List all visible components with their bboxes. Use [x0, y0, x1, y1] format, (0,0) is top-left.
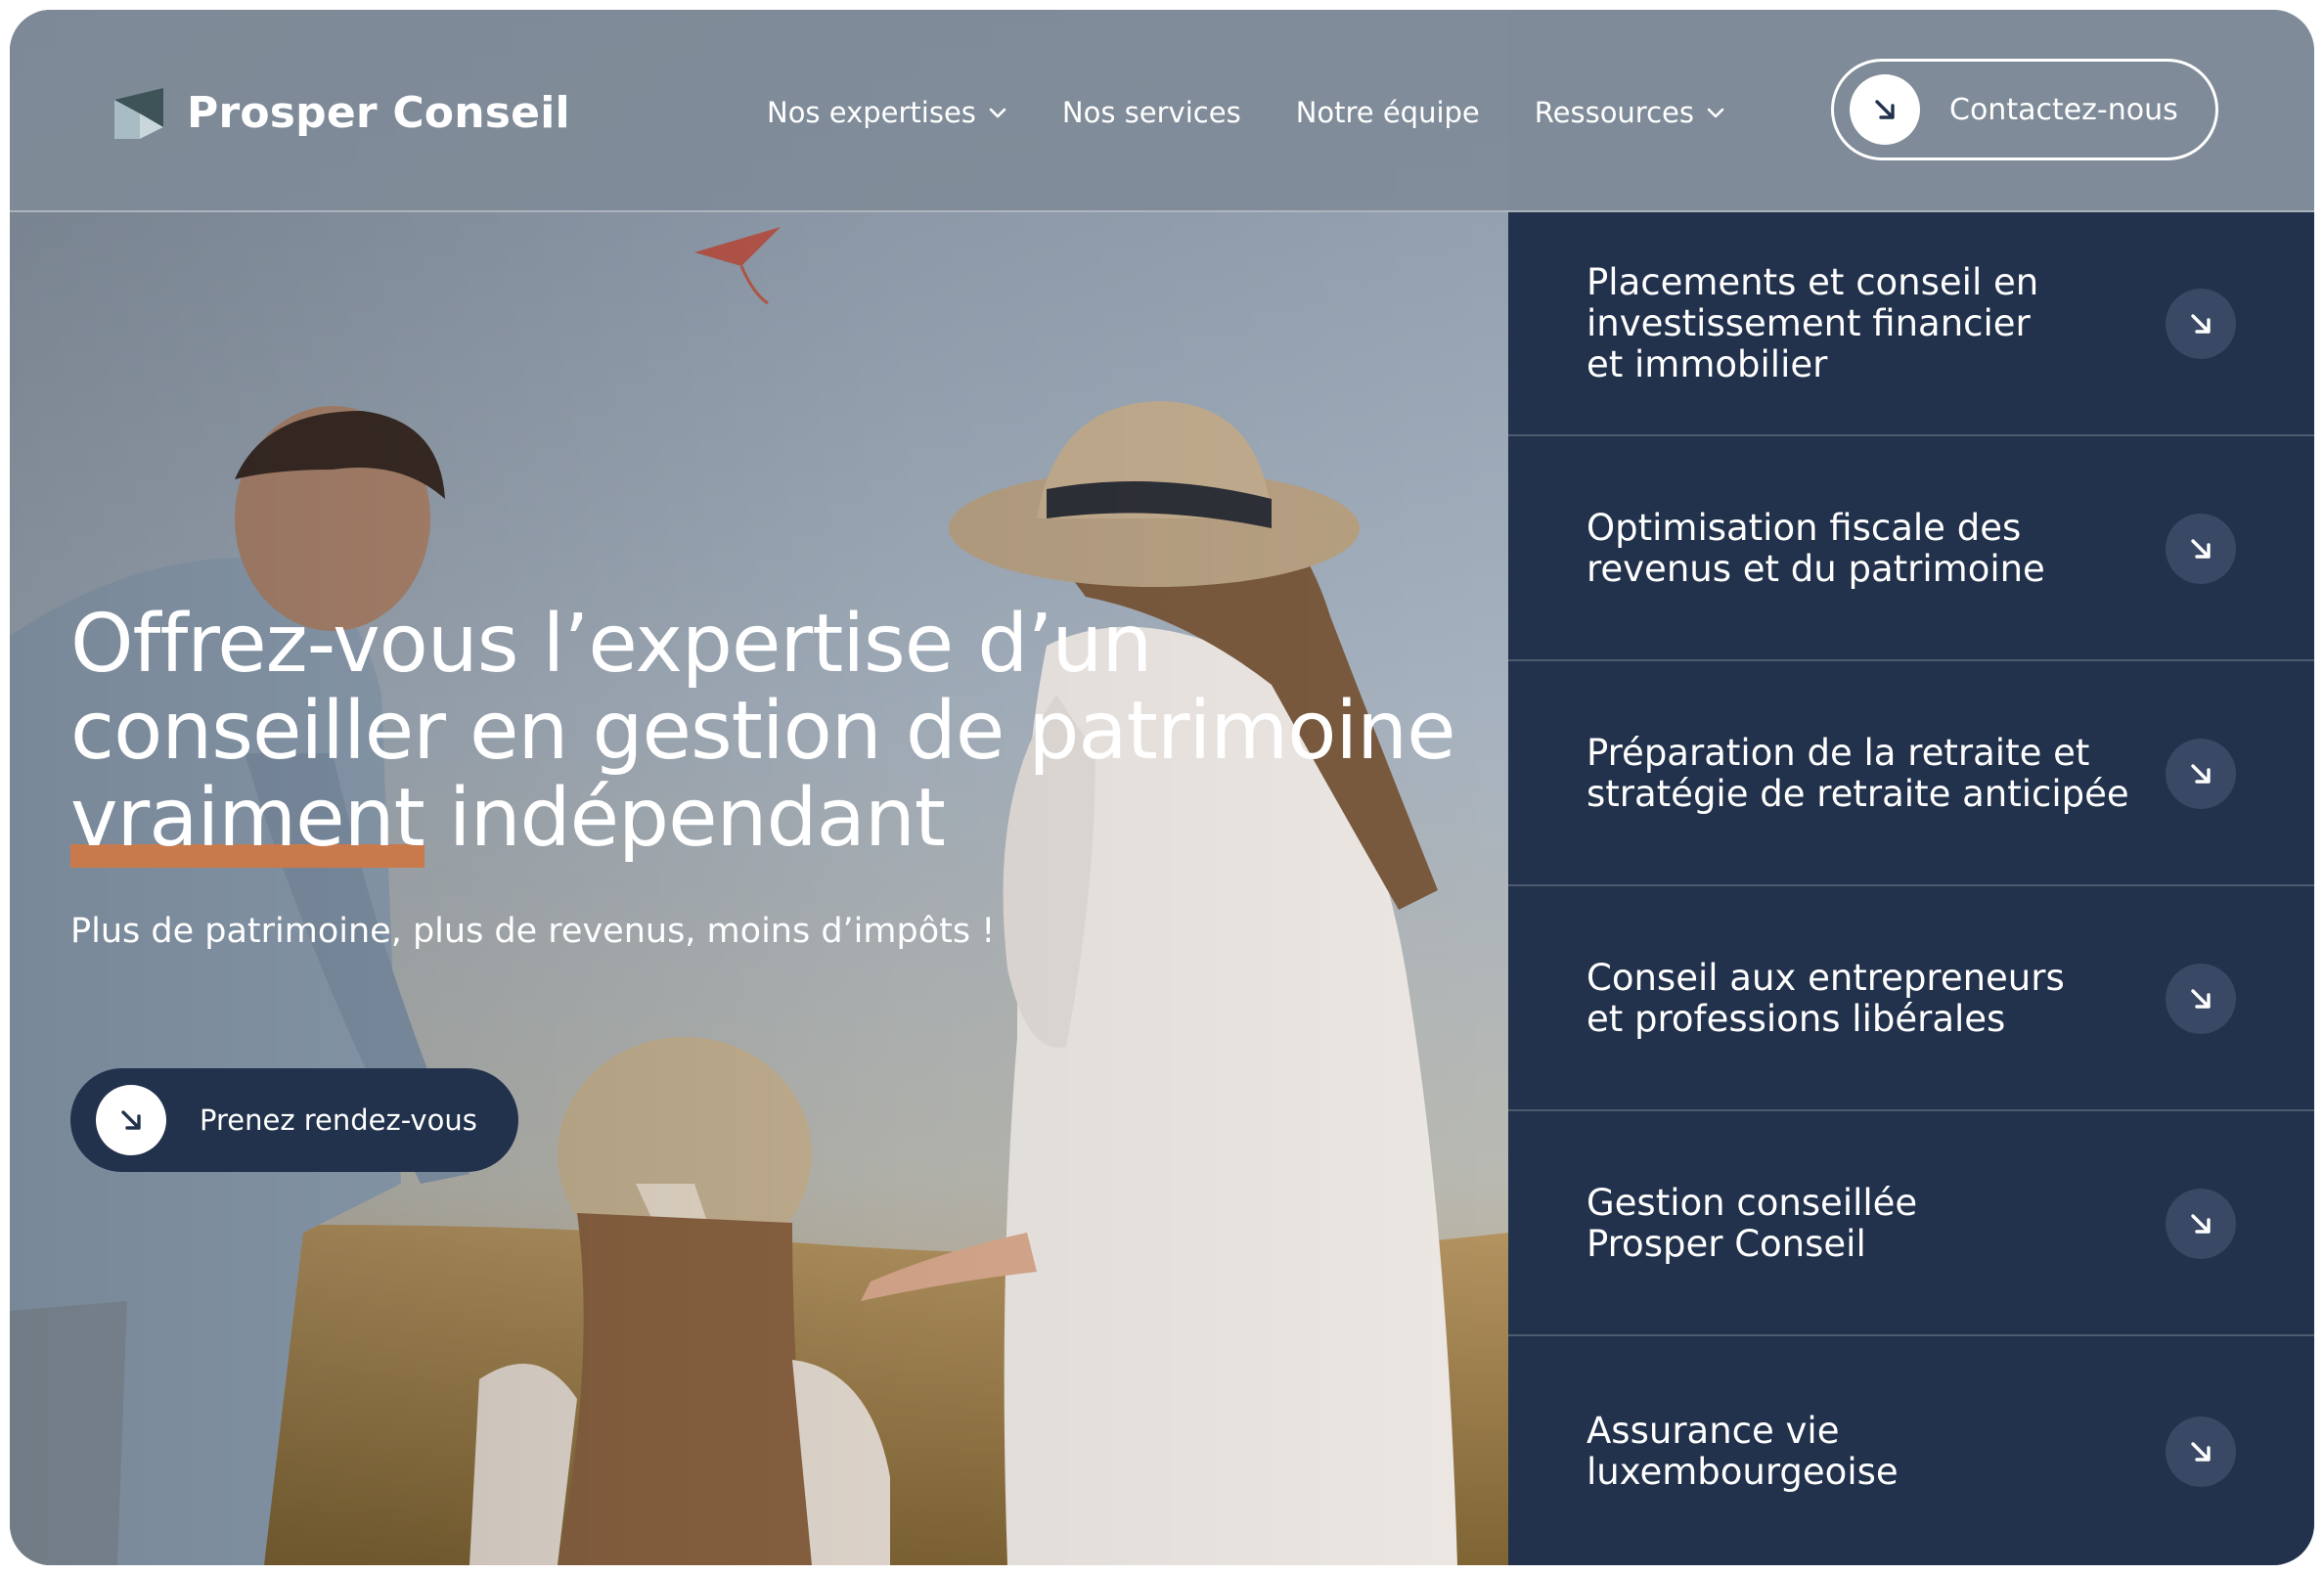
appointment-button-label: Prenez rendez-vous: [200, 1103, 477, 1137]
arrow-down-right-icon: [2191, 1213, 2211, 1234]
nav-item-equipe[interactable]: Notre équipe: [1296, 96, 1480, 129]
arrow-down-right-icon: [121, 1110, 141, 1130]
arrow-down-right-icon: [1875, 100, 1895, 119]
hero-title: Offrez-vous l’expertise d’un conseiller …: [70, 598, 1479, 868]
panel-item-optimisation-fiscale[interactable]: Optimisation fiscale des revenus et du p…: [1508, 437, 2314, 661]
panel-item-label: Assurance vie luxembourgeoise: [1587, 1409, 1899, 1493]
panel-item-arrow: [2166, 963, 2236, 1034]
panel-item-arrow: [2166, 288, 2236, 359]
nav-item-label: Nos expertises: [767, 96, 976, 129]
arrow-down-right-icon: [2191, 988, 2211, 1009]
nav-item-services[interactable]: Nos services: [1062, 96, 1241, 129]
contact-button-circle: [1850, 74, 1920, 145]
hero-title-highlight: vraiment: [70, 772, 425, 868]
panel-item-entrepreneurs[interactable]: Conseil aux entrepreneurs et professions…: [1508, 887, 2314, 1111]
appointment-button[interactable]: Prenez rendez-vous: [70, 1068, 518, 1172]
hero-title-line-3-rest: indépendant: [424, 772, 946, 865]
chevron-down-icon: [1707, 108, 1724, 118]
hero-subtitle: Plus de patrimoine, plus de revenus, moi…: [70, 912, 996, 951]
brand-name: Prosper Conseil: [187, 87, 570, 138]
hero-title-line-2: conseiller en gestion de patrimoine: [70, 685, 1456, 778]
panel-item-arrow: [2166, 513, 2236, 584]
arrow-down-right-icon: [2191, 313, 2211, 334]
panel-item-arrow: [2166, 1188, 2236, 1259]
arrow-down-right-icon: [2191, 538, 2211, 559]
panel-item-retraite[interactable]: Préparation de la retraite et stratégie …: [1508, 662, 2314, 886]
appointment-button-circle: [96, 1085, 166, 1155]
panel-item-assurance-vie[interactable]: Assurance vie luxembourgeoise: [1508, 1337, 2314, 1565]
logo-mark-icon: [114, 88, 163, 139]
panel-item-arrow: [2166, 1416, 2236, 1487]
nav-item-ressources[interactable]: Ressources: [1535, 96, 1725, 129]
expertise-panel: Placements et conseil en investissement …: [1508, 212, 2314, 1565]
panel-item-label: Optimisation fiscale des revenus et du p…: [1587, 506, 2045, 590]
panel-item-label: Conseil aux entrepreneurs et professions…: [1587, 956, 2065, 1040]
main-nav: Nos expertises Nos services Notre équipe…: [767, 96, 1725, 129]
site-header: Prosper Conseil Nos expertises Nos servi…: [10, 10, 2314, 212]
nav-item-label: Nos services: [1061, 96, 1241, 129]
panel-item-arrow: [2166, 738, 2236, 809]
contact-button[interactable]: Contactez-nous: [1831, 59, 2218, 160]
nav-item-label: Ressources: [1534, 96, 1694, 129]
nav-item-label: Notre équipe: [1295, 96, 1480, 129]
panel-item-placements[interactable]: Placements et conseil en investissement …: [1508, 212, 2314, 436]
panel-item-label: Préparation de la retraite et stratégie …: [1587, 731, 2129, 815]
panel-item-label: Placements et conseil en investissement …: [1587, 260, 2039, 385]
contact-button-label: Contactez-nous: [1949, 92, 2178, 127]
brand-logo[interactable]: Prosper Conseil: [111, 84, 570, 141]
chevron-down-icon: [989, 108, 1006, 118]
nav-item-expertises[interactable]: Nos expertises: [767, 96, 1007, 129]
arrow-down-right-icon: [2191, 763, 2211, 784]
panel-item-label: Gestion conseillée Prosper Conseil: [1587, 1181, 1918, 1265]
page-frame: Prosper Conseil Nos expertises Nos servi…: [10, 10, 2314, 1565]
hero-title-line-1: Offrez-vous l’expertise d’un: [70, 598, 1152, 691]
hero-title-line-3: vraiment indépendant: [70, 772, 1479, 868]
arrow-down-right-icon: [2191, 1441, 2211, 1462]
panel-item-gestion-conseillee[interactable]: Gestion conseillée Prosper Conseil: [1508, 1112, 2314, 1336]
